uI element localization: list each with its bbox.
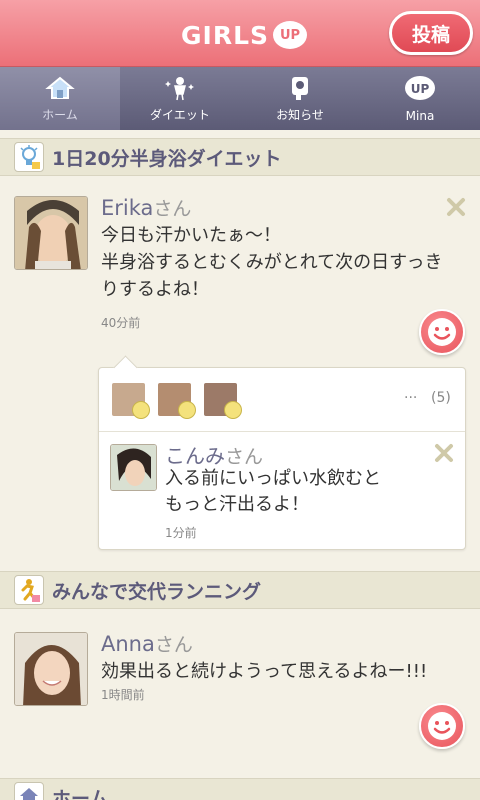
comment-time: 1分前 bbox=[165, 526, 197, 540]
smile-reaction-button[interactable] bbox=[419, 309, 465, 355]
post-time: 40分前 bbox=[101, 316, 141, 330]
smile-icon bbox=[178, 401, 196, 419]
app-header: GIRLS UP 投稿 bbox=[0, 0, 480, 67]
section-header[interactable]: 1日20分半身浴ダイエット bbox=[0, 138, 480, 176]
tab-notice[interactable]: お知らせ bbox=[240, 67, 360, 130]
post-button[interactable]: 投稿 bbox=[389, 11, 473, 55]
tab-label: Mina bbox=[405, 109, 435, 123]
app-logo: GIRLS UP bbox=[181, 17, 308, 53]
post-text: 今日も汗かいたぁ〜！ 半身浴するとむくみがとれて次の日すっき りするよね！ bbox=[101, 222, 442, 303]
up-badge-icon: UP bbox=[405, 76, 435, 100]
reaction-count: (5) bbox=[431, 390, 451, 406]
tab-bar: ホーム ダイエット お知らせ UP Mina bbox=[0, 67, 480, 130]
section-title: 1日20分半身浴ダイエット bbox=[52, 147, 282, 170]
post-time: 1時間前 bbox=[101, 688, 145, 702]
avatar[interactable] bbox=[14, 632, 88, 706]
runner-icon bbox=[14, 575, 44, 605]
home-icon bbox=[14, 782, 44, 800]
post-text-line: 効果出ると続けようって思えるよねー!!! bbox=[101, 661, 428, 682]
author-name: Erika bbox=[101, 196, 154, 220]
close-icon[interactable] bbox=[434, 443, 454, 463]
author-name: Anna bbox=[101, 632, 155, 656]
author-suffix: さん bbox=[153, 198, 192, 220]
post-author[interactable]: Erikaさん bbox=[101, 194, 191, 221]
post-text-line: 半身浴するとむくみがとれて次の日すっき bbox=[101, 252, 443, 273]
post-text-line: りするよね！ bbox=[101, 279, 209, 300]
section-header[interactable]: ホーム bbox=[0, 778, 480, 800]
tab-home[interactable]: ホーム bbox=[0, 67, 120, 130]
comment-text-line: 入る前にいっぱい水飲むと bbox=[165, 468, 381, 489]
comment-text: 入る前にいっぱい水飲むと もっと汗出るよ！ bbox=[165, 466, 381, 518]
svg-text:UP: UP bbox=[411, 82, 430, 96]
logo-up-badge: UP bbox=[273, 21, 308, 49]
tab-mina[interactable]: UP Mina bbox=[360, 67, 480, 130]
reaction-row[interactable]: ··· (5) bbox=[99, 368, 465, 432]
tab-label: お知らせ bbox=[276, 108, 324, 122]
tab-label: ダイエット bbox=[150, 108, 210, 122]
comment-text-line: もっと汗出るよ！ bbox=[165, 494, 309, 515]
avatar[interactable] bbox=[110, 444, 157, 491]
logo-text: GIRLS bbox=[181, 20, 270, 50]
post-text-line: 今日も汗かいたぁ〜！ bbox=[101, 225, 281, 246]
author-suffix: さん bbox=[154, 634, 193, 656]
lightbulb-icon bbox=[14, 142, 44, 172]
smile-reaction-button[interactable] bbox=[419, 703, 465, 749]
tab-label: ホーム bbox=[42, 108, 78, 122]
post-author[interactable]: Annaさん bbox=[101, 630, 193, 657]
post-text: 効果出ると続けようって思えるよねー!!! bbox=[101, 658, 427, 685]
smile-icon bbox=[224, 401, 242, 419]
notice-icon bbox=[292, 77, 308, 100]
more-dots[interactable]: ··· bbox=[404, 390, 417, 406]
smile-icon bbox=[132, 401, 150, 419]
diet-icon bbox=[165, 77, 194, 101]
section-header[interactable]: みんなで交代ランニング bbox=[0, 571, 480, 609]
close-icon[interactable] bbox=[446, 197, 466, 217]
avatar[interactable] bbox=[14, 196, 88, 270]
tab-diet[interactable]: ダイエット bbox=[120, 67, 240, 130]
author-name: こんみ bbox=[165, 444, 225, 468]
comment-card: ··· (5) こんみさん 入る前にいっぱい水飲むと もっと汗出るよ！ 1分前 bbox=[98, 367, 466, 550]
comment-author[interactable]: こんみさん bbox=[165, 440, 263, 469]
home-icon bbox=[45, 76, 75, 99]
author-suffix: さん bbox=[225, 446, 264, 468]
section-title: ホーム bbox=[52, 787, 109, 800]
section-title: みんなで交代ランニング bbox=[52, 580, 262, 603]
